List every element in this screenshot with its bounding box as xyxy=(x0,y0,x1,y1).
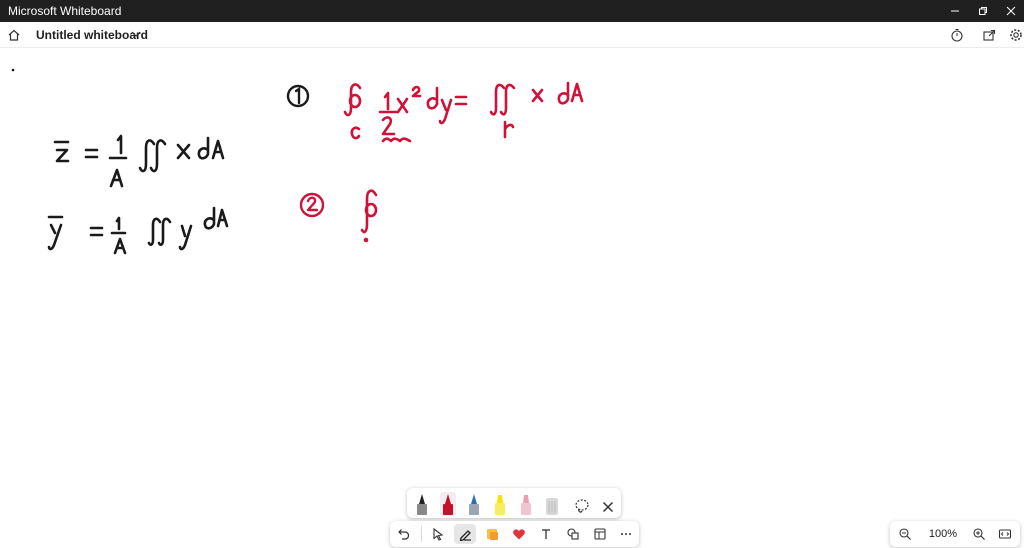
window-title: Microsoft Whiteboard xyxy=(8,4,122,18)
undo-button[interactable] xyxy=(392,524,414,544)
ink-greens-theorem-1 xyxy=(343,81,584,143)
ink-circled-number-1 xyxy=(286,84,310,108)
timer-button[interactable] xyxy=(946,25,968,45)
settings-button[interactable] xyxy=(1005,25,1024,45)
inking-tool[interactable] xyxy=(454,524,476,544)
ink-circled-number-2 xyxy=(299,192,325,218)
fit-screen-icon xyxy=(998,529,1012,539)
restore-icon xyxy=(979,7,987,15)
text-tool[interactable] xyxy=(535,524,557,544)
more-icon xyxy=(621,533,631,535)
gear-icon xyxy=(1010,29,1022,41)
restore-button[interactable] xyxy=(968,0,998,22)
fit-to-screen-button[interactable] xyxy=(994,524,1016,544)
pen-icon xyxy=(459,530,471,541)
create-toolbar xyxy=(390,521,639,547)
ink-ybar-formula xyxy=(47,206,229,255)
title-bar: Microsoft Whiteboard xyxy=(0,0,1024,22)
share-button[interactable] xyxy=(978,25,1000,45)
templates-tool[interactable] xyxy=(589,524,611,544)
chevron-down-icon xyxy=(131,31,141,37)
pink-highlighter-icon[interactable] xyxy=(517,492,535,516)
select-tool[interactable] xyxy=(427,524,449,544)
timer-icon xyxy=(951,29,963,42)
zoom-out-icon xyxy=(899,528,911,540)
heart-icon xyxy=(513,529,525,540)
ink-xbar-formula xyxy=(53,134,225,188)
pointer-icon xyxy=(433,527,444,541)
close-icon[interactable] xyxy=(599,495,617,519)
lasso-select-icon[interactable] xyxy=(573,494,591,518)
home-button[interactable] xyxy=(3,25,25,45)
shapes-tool[interactable] xyxy=(562,524,584,544)
black-pen-icon[interactable] xyxy=(413,492,431,516)
toolbar-divider xyxy=(421,526,422,542)
board-menu-button[interactable] xyxy=(131,27,141,44)
text-icon xyxy=(542,529,550,539)
yellow-highlighter-icon[interactable] xyxy=(491,492,509,516)
zoom-level[interactable]: 100% xyxy=(928,528,958,540)
share-icon xyxy=(983,29,996,41)
zoom-in-button[interactable] xyxy=(968,524,990,544)
eraser-icon[interactable] xyxy=(543,492,561,516)
minimize-button[interactable] xyxy=(940,0,970,22)
close-button[interactable] xyxy=(996,0,1024,22)
ink-dot xyxy=(11,68,15,72)
zoom-in-icon xyxy=(973,528,985,540)
shapes-icon xyxy=(567,528,579,540)
blue-pen-icon[interactable] xyxy=(465,492,483,516)
red-pen-icon[interactable] xyxy=(439,492,457,516)
app-header: Untitled whiteboard xyxy=(0,22,1024,48)
sticky-note-tool[interactable] xyxy=(481,524,503,544)
home-icon xyxy=(8,29,20,41)
minimize-icon xyxy=(951,10,959,12)
more-options-button[interactable] xyxy=(615,524,637,544)
zoom-controls: 100% xyxy=(890,521,1020,547)
undo-icon xyxy=(398,529,410,540)
reactions-tool[interactable] xyxy=(508,524,530,544)
whiteboard-canvas[interactable] xyxy=(0,49,1024,548)
pen-tray xyxy=(407,488,621,518)
close-icon xyxy=(1006,6,1016,16)
sticky-note-icon xyxy=(487,529,498,540)
ink-greens-theorem-2 xyxy=(360,189,378,243)
templates-icon xyxy=(594,528,606,540)
zoom-out-button[interactable] xyxy=(894,524,916,544)
